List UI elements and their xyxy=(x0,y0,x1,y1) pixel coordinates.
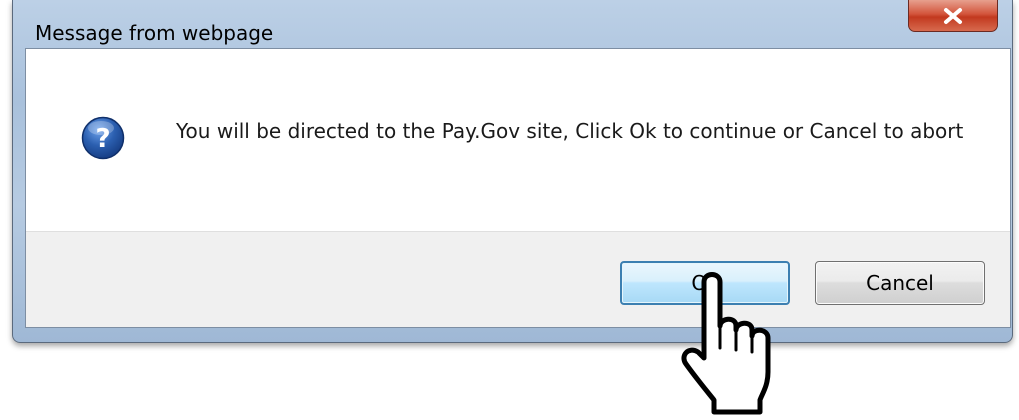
button-bar: Ok Cancel xyxy=(26,231,1010,327)
hand-pointer-icon xyxy=(676,268,796,416)
dialog-body: ? You will be directed to the Pay.Gov si… xyxy=(25,48,1011,328)
message-area: ? You will be directed to the Pay.Gov si… xyxy=(26,49,1010,231)
svg-text:?: ? xyxy=(95,124,110,154)
dialog-window: Message from webpage ? You will be direc… xyxy=(12,0,1013,343)
close-icon xyxy=(942,7,964,25)
dialog-title: Message from webpage xyxy=(35,21,274,45)
close-button[interactable] xyxy=(908,0,998,32)
message-text: You will be directed to the Pay.Gov site… xyxy=(176,119,964,143)
question-icon: ? xyxy=(81,116,125,160)
title-bar[interactable]: Message from webpage xyxy=(13,0,1012,45)
cancel-button[interactable]: Cancel xyxy=(815,261,985,305)
